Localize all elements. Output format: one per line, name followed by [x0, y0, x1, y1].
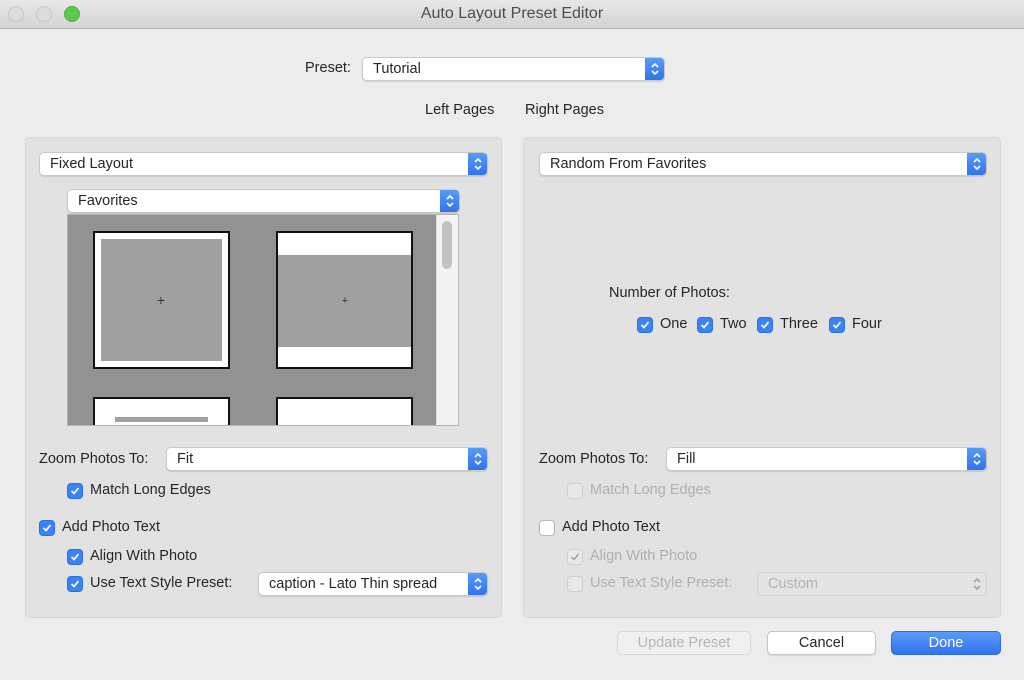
up-down-chevron-icon — [645, 58, 664, 80]
checkmark-icon — [70, 553, 80, 561]
layout-thumbnail[interactable] — [93, 397, 230, 425]
photos-two-checkbox[interactable] — [697, 317, 713, 333]
right-pages-header: Right Pages — [525, 102, 604, 118]
checkmark-icon — [70, 487, 80, 495]
photos-three-checkbox[interactable] — [757, 317, 773, 333]
right-zoom-label: Zoom Photos To: — [539, 451, 649, 467]
cancel-button[interactable]: Cancel — [767, 631, 876, 655]
left-text-style-select[interactable]: caption - Lato Thin spread — [258, 572, 488, 596]
checkmark-icon — [70, 580, 80, 588]
right-use-text-style-checkbox[interactable] — [567, 576, 583, 592]
left-layout-mode-select[interactable]: Fixed Layout — [39, 152, 488, 176]
up-down-chevron-icon — [468, 448, 487, 470]
window-title: Auto Layout Preset Editor — [420, 5, 604, 22]
title-bar: Auto Layout Preset Editor — [0, 0, 1024, 29]
right-pages-panel — [523, 137, 1001, 618]
right-zoom-value: Fill — [677, 451, 696, 467]
text-cell — [115, 417, 208, 422]
number-of-photos-label: Number of Photos: — [609, 285, 730, 301]
photos-two-label: Two — [720, 316, 747, 332]
checkmark-icon — [700, 321, 710, 329]
checkmark-icon — [640, 321, 650, 329]
preset-select[interactable]: Tutorial — [362, 57, 665, 81]
photo-cell: + — [101, 239, 222, 361]
photos-four-checkbox[interactable] — [829, 317, 845, 333]
checkmark-icon — [832, 321, 842, 329]
right-text-style-value: Custom — [768, 576, 818, 592]
photos-one-checkbox[interactable] — [637, 317, 653, 333]
photos-three-label: Three — [780, 316, 818, 332]
up-down-chevron-icon — [440, 190, 459, 212]
right-add-photo-text-label: Add Photo Text — [562, 519, 661, 535]
photos-one-label: One — [660, 316, 688, 332]
checkmark-icon — [42, 524, 52, 532]
layout-thumbnail-grid[interactable]: + + — [67, 214, 459, 426]
up-down-chevron-icon — [967, 153, 986, 175]
checkmark-icon — [571, 553, 580, 561]
left-text-style-value: caption - Lato Thin spread — [269, 576, 438, 592]
add-photo-icon: + — [341, 295, 349, 307]
update-preset-button[interactable]: Update Preset — [617, 631, 751, 655]
right-align-with-photo-label: Align With Photo — [590, 548, 698, 564]
layout-thumbnail[interactable] — [276, 397, 413, 425]
left-zoom-select[interactable]: Fit — [166, 447, 488, 471]
up-down-chevron-icon — [468, 573, 487, 595]
up-down-chevron-icon — [967, 448, 986, 470]
left-layout-source-value: Favorites — [78, 193, 138, 209]
up-down-chevron-icon — [967, 573, 986, 595]
right-layout-mode-select[interactable]: Random From Favorites — [539, 152, 987, 176]
left-align-with-photo-label: Align With Photo — [90, 548, 198, 564]
layout-thumbnail[interactable]: + — [93, 231, 230, 369]
preset-label: Preset: — [305, 60, 351, 76]
left-add-photo-text-checkbox[interactable] — [39, 520, 55, 536]
left-use-text-style-checkbox[interactable] — [67, 576, 83, 592]
right-match-long-edges-checkbox[interactable] — [567, 483, 583, 499]
left-pages-header: Left Pages — [425, 102, 495, 118]
left-zoom-label: Zoom Photos To: — [39, 451, 149, 467]
checkmark-icon — [760, 321, 770, 329]
add-photo-icon: + — [156, 292, 166, 308]
preset-select-value: Tutorial — [373, 61, 421, 77]
photos-four-label: Four — [852, 316, 882, 332]
left-match-long-edges-label: Match Long Edges — [90, 482, 211, 498]
up-down-chevron-icon — [468, 153, 487, 175]
left-zoom-value: Fit — [177, 451, 194, 467]
right-add-photo-text-checkbox[interactable] — [539, 520, 555, 536]
photo-cell: + — [278, 255, 411, 347]
left-add-photo-text-label: Add Photo Text — [62, 519, 161, 535]
layout-thumbnail[interactable]: + — [276, 231, 413, 369]
right-layout-mode-value: Random From Favorites — [550, 156, 707, 172]
left-use-text-style-label: Use Text Style Preset: — [90, 575, 233, 591]
left-layout-mode-value: Fixed Layout — [50, 156, 134, 172]
right-match-long-edges-label: Match Long Edges — [590, 482, 711, 498]
grid-scrollbar-thumb[interactable] — [442, 221, 452, 269]
done-button[interactable]: Done — [891, 631, 1001, 655]
grid-scrollbar[interactable] — [436, 215, 458, 425]
left-align-with-photo-checkbox[interactable] — [67, 549, 83, 565]
left-match-long-edges-checkbox[interactable] — [67, 483, 83, 499]
right-zoom-select[interactable]: Fill — [666, 447, 987, 471]
left-layout-source-select[interactable]: Favorites — [67, 189, 460, 213]
right-align-with-photo-checkbox[interactable] — [567, 549, 583, 565]
right-text-style-select[interactable]: Custom — [757, 572, 987, 596]
right-use-text-style-label: Use Text Style Preset: — [590, 575, 733, 591]
